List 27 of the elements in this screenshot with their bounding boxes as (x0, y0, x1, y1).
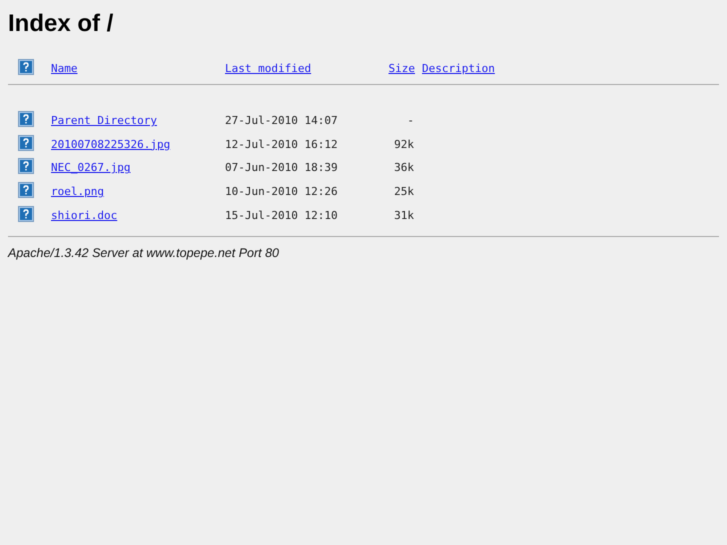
unknown-file-icon (18, 206, 34, 222)
unknown-file-icon (18, 134, 34, 151)
column-header-link[interactable]: Name (51, 62, 78, 75)
modified-date: 27-Jul-2010 14:07 (225, 114, 339, 127)
unknown-file-icon (18, 158, 34, 174)
unknown-file-icon (18, 182, 34, 198)
file-size: 25k (394, 185, 415, 198)
file-size: 31k (394, 208, 415, 222)
column-header-link[interactable]: Description (422, 62, 495, 75)
page-title: Index of / (8, 9, 114, 38)
file-link[interactable]: roel.png (51, 185, 104, 198)
column-header-link[interactable]: Last modified (225, 62, 312, 75)
file-size: - (407, 114, 415, 127)
file-link[interactable]: 20100708225326.jpg (51, 138, 170, 151)
modified-date: 07-Jun-2010 18:39 (225, 161, 339, 174)
file-link[interactable]: NEC_0267.jpg (51, 161, 130, 174)
column-header-link[interactable]: Size (388, 62, 415, 75)
file-size: 36k (394, 161, 415, 174)
file-link[interactable]: Parent Directory (51, 114, 157, 127)
modified-date: 10-Jun-2010 12:26 (225, 185, 339, 198)
unknown-file-icon (18, 111, 34, 127)
server-signature: Apache/1.3.42 Server at www.topepe.net Port 80 (8, 246, 280, 260)
file-link[interactable]: shiori.doc (51, 208, 118, 222)
file-size: 92k (394, 138, 415, 151)
modified-date: 12-Jul-2010 16:12 (225, 138, 339, 151)
unknown-file-icon (18, 59, 34, 75)
modified-date: 15-Jul-2010 12:10 (225, 208, 339, 222)
